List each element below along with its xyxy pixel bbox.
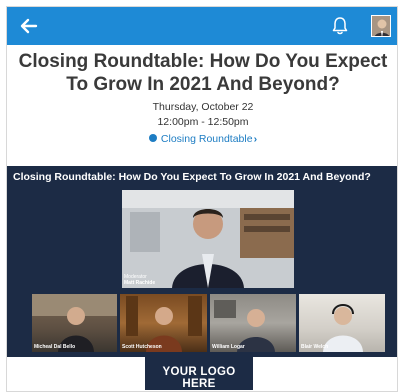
participant-name: Scott Hutcheson xyxy=(122,344,162,350)
bell-icon[interactable] xyxy=(331,16,349,36)
moderator-video-tile[interactable]: Moderator Matt Rachide xyxy=(122,190,294,288)
moderator-label: Moderator Matt Rachide xyxy=(124,274,156,286)
session-dot-icon xyxy=(148,134,157,142)
app-frame: Closing Roundtable: How Do You Expect To… xyxy=(6,6,398,392)
participant-name: Micheal Dal Bello xyxy=(34,344,76,350)
participant-tile[interactable]: William Logar xyxy=(210,294,296,352)
top-app-bar xyxy=(7,7,397,45)
user-avatar[interactable] xyxy=(371,15,391,37)
participant-tile[interactable]: Scott Hutcheson xyxy=(120,294,207,352)
back-arrow-icon[interactable] xyxy=(19,16,39,36)
video-panel[interactable]: Closing Roundtable: How Do You Expect To… xyxy=(7,166,397,357)
chevron-right-icon: › xyxy=(253,133,258,145)
session-title: Closing Roundtable: How Do You Expect To… xyxy=(18,51,388,95)
participant-name: William Logar xyxy=(212,344,245,350)
logo-text: YOUR LOGO HERE xyxy=(162,366,236,390)
participant-tile[interactable]: Blair Welch xyxy=(299,294,385,352)
video-title: Closing Roundtable: How Do You Expect To… xyxy=(13,171,371,183)
participant-tile[interactable]: Micheal Dal Bello xyxy=(32,294,117,352)
session-link-label: Closing Roundtable xyxy=(160,133,253,145)
session-date: Thursday, October 22 xyxy=(152,101,254,113)
session-time: 12:00pm - 12:50pm xyxy=(157,116,249,128)
participant-name: Blair Welch xyxy=(301,344,329,350)
sponsor-logo: YOUR LOGO HERE xyxy=(145,357,253,390)
session-link[interactable]: Closing Roundtable› xyxy=(7,133,397,145)
